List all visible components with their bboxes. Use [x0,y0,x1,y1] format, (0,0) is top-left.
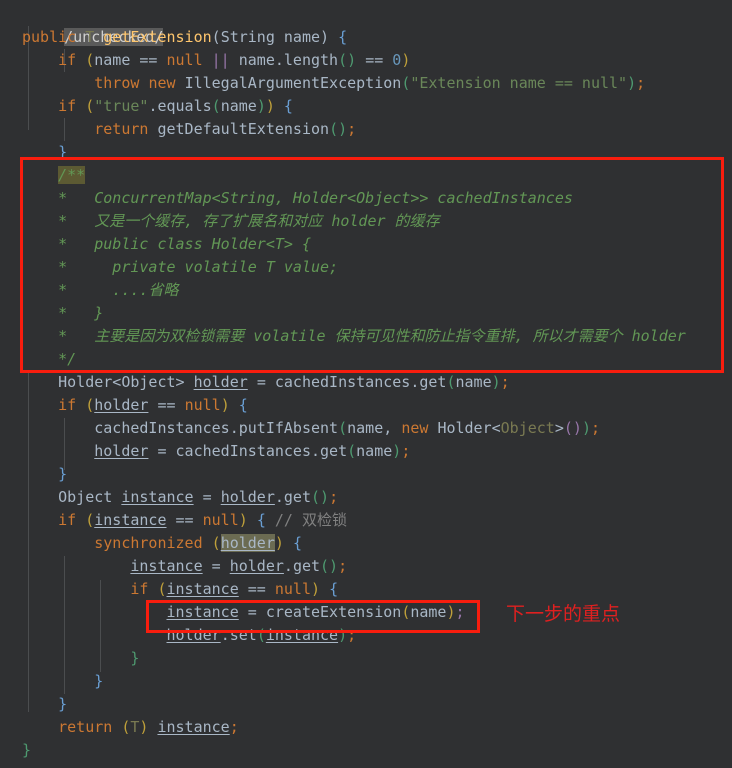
code-line-23: if (instance == null) { // 双检锁 [58,511,347,529]
code-line-27: instance = createExtension(name); [166,603,465,621]
code-line-4: throw new IllegalArgumentException("Exte… [94,74,646,92]
code-line-11: * public class Holder<T> { [58,235,311,253]
code-line-33: } [22,741,32,759]
code-line-19: cachedInstances.putIfAbsent(name, new Ho… [94,419,600,437]
next-step-note: 下一步的重点 [506,603,621,625]
code-line-22: Object instance = holder.get(); [58,488,339,506]
code-line-10: * 又是一个缓存, 存了扩展名和对应 holder 的缓存 [58,212,440,230]
code-line-14: * } [58,304,104,322]
code-line-26: if (instance == null) { [130,580,339,598]
code-line-30: } [94,672,104,690]
code-line-20: holder = cachedInstances.get(name); [94,442,411,460]
code-line-7: } [58,143,68,161]
code-line-9: * ConcurrentMap<String, Holder<Object>> … [58,189,573,207]
code-line-3: if (name == null || name.length() == 0) [58,51,411,69]
code-line-2: public T getExtension(String name) { [22,28,348,46]
code-line-5: if ("true".equals(name)) { [58,97,293,115]
code-line-12: * private volatile T value; [58,258,339,276]
code-line-16: */ [58,350,77,368]
code-line-18: if (holder == null) { [58,396,248,414]
code-line-21: } [58,465,68,483]
code-line-1: /unchecked/ [0,3,732,46]
highlighted-holder-token: holder [220,534,275,552]
javadoc-open-token: /** [58,166,86,184]
code-line-24: synchronized (holder) { [94,534,302,552]
code-line-6: return getDefaultExtension(); [94,120,357,138]
code-line-31: } [58,695,68,713]
code-line-13: * ....省略 [58,281,179,299]
code-line-32: return (T) instance; [58,718,239,736]
code-line-8: /** [0,164,732,187]
code-line-25: instance = holder.get(); [130,557,348,575]
code-line-29: } [130,649,140,667]
code-line-28: holder.set(instance); [166,626,357,644]
code-line-15: * 主要是因为双检锁需要 volatile 保持可见性和防止指令重排, 所以才需… [58,327,686,345]
code-line-17: Holder<Object> holder = cachedInstances.… [58,373,510,391]
code-editor-pane[interactable]: /unchecked/ public T getExtension(String… [0,0,732,768]
